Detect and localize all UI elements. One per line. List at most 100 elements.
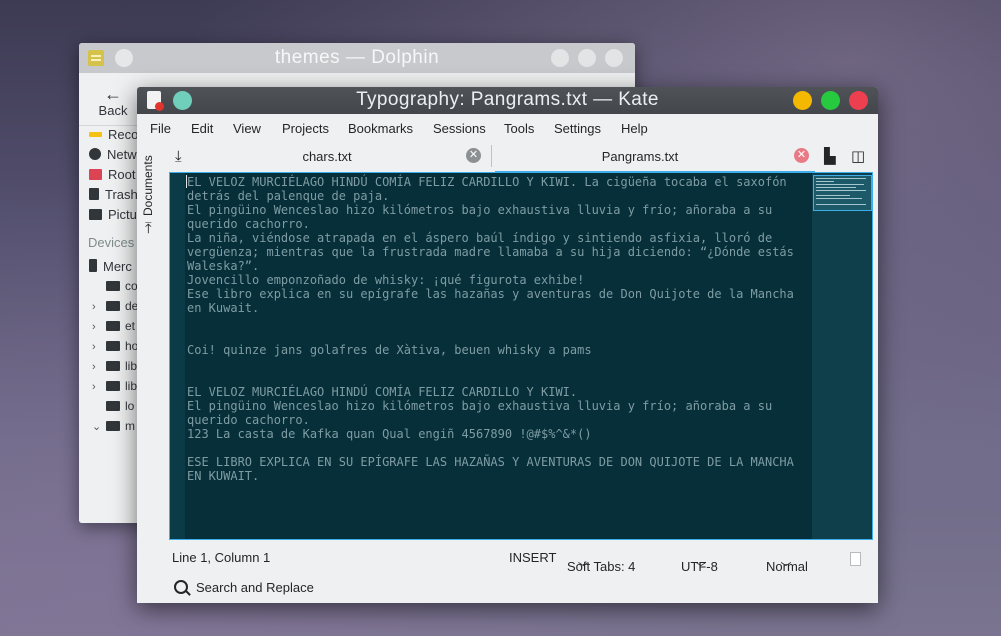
menu-projects[interactable]: Projects (282, 121, 329, 136)
phone-icon (89, 259, 97, 272)
text-line: 123 La casta de Kafka quan Qual engiñ 45… (187, 427, 592, 441)
menu-settings[interactable]: Settings (554, 121, 601, 136)
device-item[interactable]: Merc (89, 259, 132, 279)
menu-sessions[interactable]: Sessions (433, 121, 486, 136)
minimap-line (816, 184, 864, 185)
text-line (187, 441, 812, 455)
tab-label: Pangrams.txt (601, 149, 679, 164)
maximize-button[interactable] (578, 49, 596, 67)
text-line: en Kuwait. (187, 301, 260, 315)
tree-item[interactable]: › ho (92, 339, 138, 357)
text-line: querido cachorro. (187, 413, 310, 427)
maximize-button[interactable] (821, 91, 840, 110)
close-tab-icon[interactable]: ✕ (466, 148, 481, 163)
text-line (187, 315, 812, 329)
drive-icon (106, 421, 120, 431)
menu-edit[interactable]: Edit (191, 121, 213, 136)
close-button[interactable] (605, 49, 623, 67)
encoding-selector[interactable]: UTF-8 ﹀ (681, 550, 718, 574)
folder-icon (106, 281, 120, 291)
menu-tools[interactable]: Tools (504, 121, 534, 136)
devices-header: Devices (88, 235, 135, 250)
kate-title: Typography: Pangrams.txt — Kate (356, 89, 659, 110)
back-button[interactable]: ← Back (93, 85, 133, 118)
search-icon (174, 580, 188, 594)
kate-titlebar[interactable]: Typography: Pangrams.txt — Kate (137, 87, 878, 114)
text-line: EL VELOZ MURCIÉLAGO HINDÚ COMÍA FELIZ CA… (186, 175, 787, 189)
split-view-icon[interactable]: ◫ (851, 147, 865, 165)
document-icon (850, 552, 861, 566)
places-item-trash[interactable]: Trash (89, 187, 138, 207)
places-item-recent[interactable]: Reco (89, 127, 138, 147)
editor-content[interactable]: EL VELOZ MURCIÉLAGO HINDÚ COMÍA FELIZ CA… (186, 175, 812, 483)
close-button[interactable] (849, 91, 868, 110)
minimize-button[interactable] (551, 49, 569, 67)
upload-icon[interactable]: ⤒ (145, 220, 152, 237)
minimap[interactable] (812, 173, 872, 539)
chevron-right-icon[interactable]: › (92, 361, 102, 373)
bottom-toolbar: Search and Replace (137, 573, 878, 603)
menu-file[interactable]: File (150, 121, 171, 136)
network-icon (89, 148, 101, 160)
dolphin-titlebar[interactable]: themes — Dolphin (79, 43, 635, 73)
minimap-line (816, 195, 850, 196)
minimize-button[interactable] (793, 91, 812, 110)
documents-panel-tab[interactable]: Documents (141, 151, 161, 221)
minimap-line (816, 198, 862, 199)
tab-bar: ⤓ chars.txt ✕ Pangrams.txt ✕ (167, 141, 819, 173)
tree-item[interactable]: › et (92, 319, 135, 337)
tree-item[interactable]: ⌄ m (92, 419, 135, 437)
minimap-line (816, 187, 856, 188)
menu-help[interactable]: Help (621, 121, 648, 136)
chevron-right-icon[interactable]: › (92, 301, 102, 313)
close-tab-icon[interactable]: ✕ (794, 148, 809, 163)
menu-bookmarks[interactable]: Bookmarks (348, 121, 413, 136)
minimap-line (816, 190, 866, 191)
tab-label: chars.txt (302, 149, 352, 164)
kate-window[interactable]: Typography: Pangrams.txt — Kate File Edi… (137, 87, 878, 603)
folder-icon (106, 361, 120, 371)
tree-item[interactable]: lo (92, 399, 134, 417)
search-replace-button[interactable]: Search and Replace (196, 580, 314, 595)
chevron-down-icon[interactable]: ⌄ (92, 420, 102, 433)
places-item-network[interactable]: Netw (89, 147, 137, 167)
folder-icon (106, 381, 120, 391)
text-line: El pingüino Wenceslao hizo kilómetros ba… (187, 203, 773, 217)
tree-item[interactable]: › lib (92, 379, 137, 397)
text-line: EL VELOZ MURCIÉLAGO HINDÚ COMÍA FELIZ CA… (187, 385, 578, 399)
tab-divider (491, 145, 492, 167)
text-line: Waleska?”. (187, 259, 260, 273)
cursor-position[interactable]: Line 1, Column 1 (172, 550, 270, 565)
places-item-pictures[interactable]: Pictu (89, 207, 137, 227)
folder-icon (106, 401, 120, 411)
text-line (187, 371, 812, 385)
tree-item[interactable]: › de (92, 299, 138, 317)
indentation-selector[interactable]: Soft Tabs: 4 ﹀ (567, 550, 635, 574)
arrow-left-icon: ← (104, 84, 122, 104)
chevron-right-icon[interactable]: › (92, 341, 102, 353)
chevron-right-icon[interactable]: › (92, 381, 102, 393)
text-line: La niña, viéndose atrapada en el áspero … (187, 231, 773, 245)
text-line: EN KUWAIT. (187, 469, 260, 483)
tree-item[interactable]: › lib (92, 359, 137, 377)
text-line: Ese libro explica en su epígrafe las haz… (187, 287, 794, 301)
input-mode[interactable]: INSERT (509, 550, 556, 565)
tab-pangrams[interactable]: Pangrams.txt ✕ (495, 141, 815, 173)
highlighting-selector[interactable]: Normal ﹀ (766, 550, 808, 574)
text-editor[interactable]: EL VELOZ MURCIÉLAGO HINDÚ COMÍA FELIZ CA… (169, 172, 873, 540)
places-item-root[interactable]: Root (89, 167, 135, 187)
text-line (187, 329, 812, 343)
folder-icon (106, 321, 120, 331)
tab-chars[interactable]: chars.txt ✕ (197, 141, 487, 171)
folder-icon (106, 301, 120, 311)
trash-icon (89, 188, 99, 200)
back-label: Back (98, 103, 128, 118)
download-icon[interactable]: ⤓ (175, 148, 182, 165)
menu-view[interactable]: View (233, 121, 261, 136)
places-panel: Reco Netw Root Trash Pictu Devices Merc (79, 127, 139, 507)
text-line: Coi! quinze jans golafres de Xàtiva, beu… (187, 343, 592, 357)
quick-open-icon[interactable]: ▙ (824, 147, 836, 165)
chevron-right-icon[interactable]: › (92, 321, 102, 333)
tree-item[interactable]: co (92, 279, 138, 297)
recent-icon (89, 132, 102, 137)
